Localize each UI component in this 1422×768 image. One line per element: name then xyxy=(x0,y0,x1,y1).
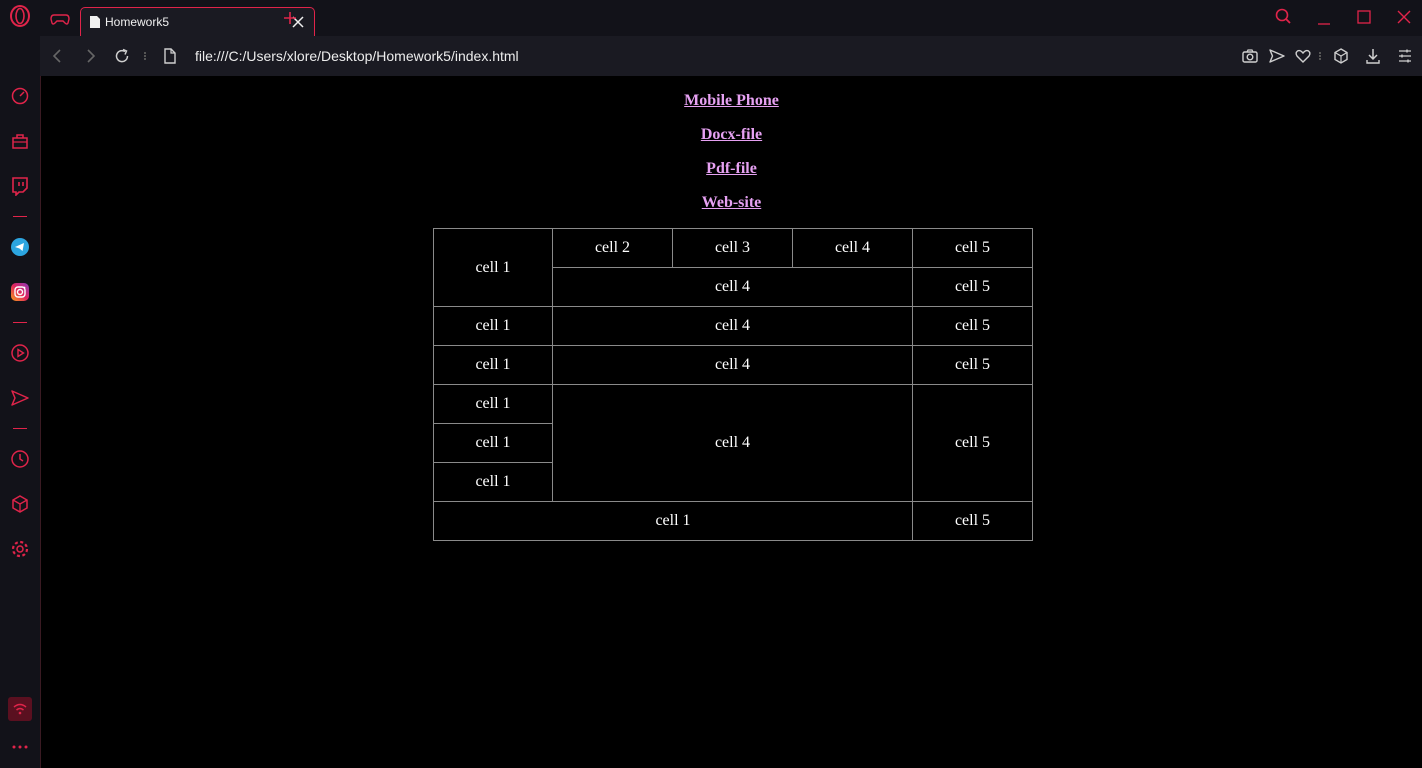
tab-homework5[interactable]: Homework5 xyxy=(80,7,315,37)
table-cell: cell 5 xyxy=(912,501,1033,541)
table-cell: cell 1 xyxy=(433,384,553,424)
history-icon[interactable] xyxy=(8,447,32,471)
link-pdf-file[interactable]: Pdf-file xyxy=(41,152,1422,186)
link-list: Mobile Phone Docx-file Pdf-file Web-site xyxy=(41,84,1422,220)
search-icon[interactable] xyxy=(1272,6,1296,30)
url-field[interactable]: file:///C:/Users/xlore/Desktop/Homework5… xyxy=(195,48,519,64)
sidebar-separator xyxy=(13,428,27,429)
table-cell: cell 4 xyxy=(552,267,913,307)
minimize-icon[interactable] xyxy=(1312,6,1336,30)
table-row: cell 1 cell 5 xyxy=(433,501,1033,541)
settings-icon[interactable] xyxy=(8,537,32,561)
table-cell: cell 2 xyxy=(552,228,673,268)
separator xyxy=(1319,52,1323,60)
reload-icon[interactable] xyxy=(112,46,132,66)
link-docx-file[interactable]: Docx-file xyxy=(41,118,1422,152)
wifi-icon[interactable] xyxy=(8,697,32,721)
table-cell: cell 1 xyxy=(433,501,913,541)
more-icon[interactable] xyxy=(8,735,32,759)
new-tab-icon[interactable] xyxy=(282,10,298,26)
table-row: cell 1 cell 2 cell 3 cell 4 cell 5 xyxy=(433,228,1033,307)
cell-table: cell 1 cell 2 cell 3 cell 4 cell 5 cell … xyxy=(433,228,1033,541)
tab-strip: Homework5 xyxy=(40,0,1422,37)
window-close-icon[interactable] xyxy=(1392,6,1416,30)
sidebar xyxy=(0,0,41,768)
heart-icon[interactable] xyxy=(1293,46,1313,66)
page-file-icon[interactable] xyxy=(160,46,180,66)
tab-title: Homework5 xyxy=(105,15,170,29)
separator xyxy=(144,52,148,60)
instagram-icon[interactable] xyxy=(8,280,32,304)
sidebar-separator xyxy=(13,216,27,217)
maximize-icon[interactable] xyxy=(1352,6,1376,30)
table-cell: cell 4 xyxy=(792,228,913,268)
extensions-icon[interactable] xyxy=(8,492,32,516)
table-cell: cell 5 xyxy=(912,267,1033,307)
file-icon xyxy=(89,15,101,29)
table-cell: cell 1 xyxy=(433,228,553,307)
table-row: cell 1 cell 4 cell 5 xyxy=(433,306,1033,346)
sidebar-separator xyxy=(13,322,27,323)
opera-logo-icon[interactable] xyxy=(8,4,32,28)
speed-dial-icon[interactable] xyxy=(8,84,32,108)
twitch-icon[interactable] xyxy=(8,174,32,198)
page-content: Mobile Phone Docx-file Pdf-file Web-site… xyxy=(41,76,1422,768)
shopping-bag-icon[interactable] xyxy=(8,129,32,153)
download-icon[interactable] xyxy=(1363,46,1383,66)
forward-icon[interactable] xyxy=(80,46,100,66)
link-mobile-phone[interactable]: Mobile Phone xyxy=(41,84,1422,118)
camera-icon[interactable] xyxy=(1240,46,1260,66)
send-icon[interactable] xyxy=(1267,46,1287,66)
table-cell: cell 3 xyxy=(672,228,793,268)
table-row: cell 1 cell 4 cell 5 xyxy=(433,345,1033,385)
table-cell: cell 1 xyxy=(433,423,553,463)
table-cell: cell 1 xyxy=(433,345,553,385)
table-row: cell 1 cell 4 cell 5 xyxy=(433,384,1033,502)
table-cell: cell 1 xyxy=(433,306,553,346)
gamepad-icon[interactable] xyxy=(50,9,70,29)
table-cell: cell 5 xyxy=(912,384,1033,502)
table-cell: cell 5 xyxy=(912,306,1033,346)
cube-icon[interactable] xyxy=(1331,46,1351,66)
table-cell: cell 5 xyxy=(912,345,1033,385)
telegram-icon[interactable] xyxy=(8,235,32,259)
table-cell: cell 4 xyxy=(552,306,913,346)
table-cell: cell 5 xyxy=(912,228,1033,268)
back-icon[interactable] xyxy=(48,46,68,66)
table-cell: cell 1 xyxy=(433,462,553,502)
easy-setup-icon[interactable] xyxy=(1395,46,1415,66)
player-icon[interactable] xyxy=(8,341,32,365)
address-bar: file:///C:/Users/xlore/Desktop/Homework5… xyxy=(40,36,1422,76)
table-cell: cell 4 xyxy=(552,384,913,502)
table-cell: cell 4 xyxy=(552,345,913,385)
flow-icon[interactable] xyxy=(8,386,32,410)
link-web-site[interactable]: Web-site xyxy=(41,186,1422,220)
